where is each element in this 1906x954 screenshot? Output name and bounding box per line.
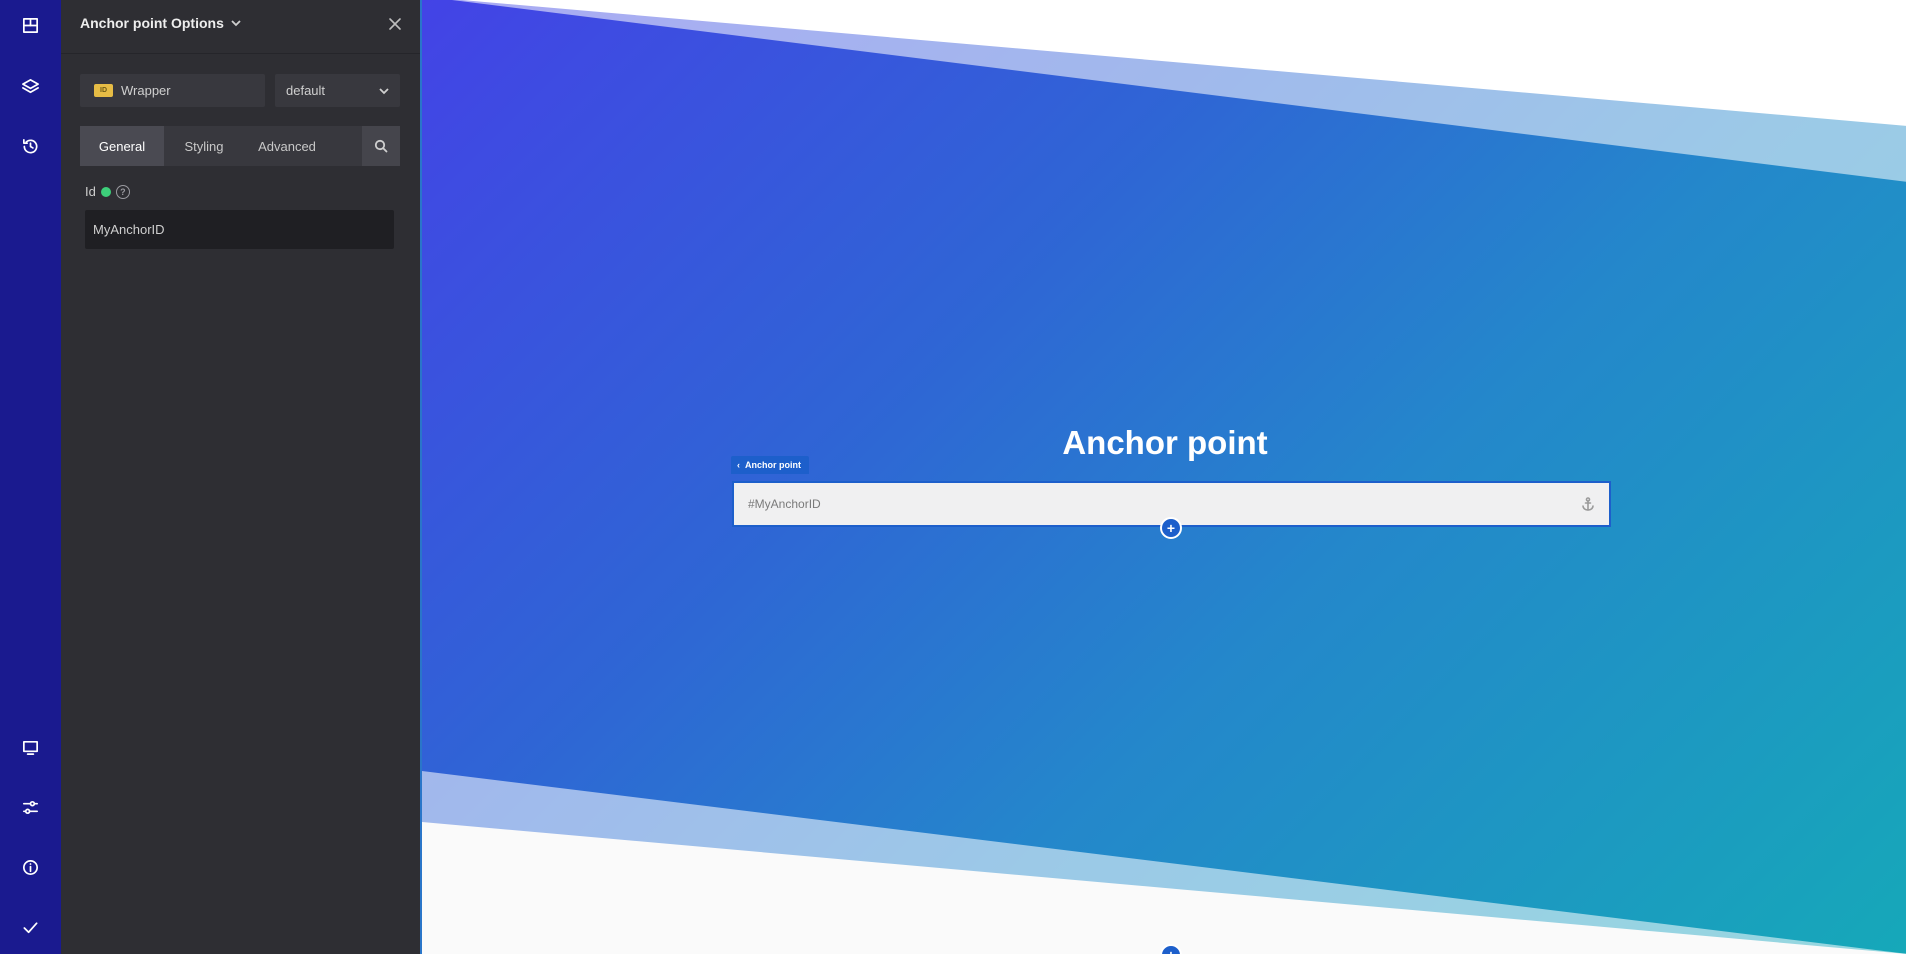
panel-header: Anchor point Options bbox=[61, 0, 420, 54]
info-icon bbox=[22, 859, 39, 875]
builder-canvas[interactable]: Anchor point ‹ Anchor point #MyAnchorID … bbox=[420, 0, 1906, 954]
save-publish-button[interactable] bbox=[0, 907, 61, 947]
page-settings-button[interactable] bbox=[0, 787, 61, 827]
add-element-button[interactable]: + bbox=[1160, 517, 1182, 539]
status-dot bbox=[100, 186, 111, 197]
settings-sliders-icon bbox=[22, 800, 39, 814]
element-selector[interactable]: ID Wrapper bbox=[80, 74, 265, 107]
info-button[interactable] bbox=[0, 847, 61, 887]
preset-dropdown[interactable]: default bbox=[275, 74, 400, 107]
chevron-left-icon: ‹ bbox=[737, 460, 740, 470]
options-panel: Anchor point Options ID Wrapper default … bbox=[61, 0, 420, 954]
elements-button[interactable] bbox=[0, 5, 61, 45]
search-icon bbox=[374, 139, 388, 153]
panel-title-dropdown[interactable]: Anchor point Options bbox=[80, 15, 242, 31]
section-heading[interactable]: Anchor point bbox=[422, 424, 1906, 462]
element-tag-label: Anchor point bbox=[745, 460, 801, 470]
anchor-icon bbox=[1582, 497, 1594, 511]
options-tabs: General Styling Advanced bbox=[80, 126, 400, 166]
layers-icon bbox=[22, 78, 39, 93]
anchor-id-text: #MyAnchorID bbox=[748, 497, 821, 511]
tab-advanced[interactable]: Advanced bbox=[244, 126, 330, 166]
tab-styling[interactable]: Styling bbox=[164, 126, 244, 166]
element-tag[interactable]: ‹ Anchor point bbox=[731, 456, 809, 474]
search-options-button[interactable] bbox=[362, 126, 400, 166]
tab-general[interactable]: General bbox=[80, 126, 164, 166]
preset-value: default bbox=[286, 83, 326, 98]
responsive-desktop-button[interactable] bbox=[0, 727, 61, 767]
history-button[interactable] bbox=[0, 126, 61, 166]
element-name: Wrapper bbox=[121, 83, 171, 98]
close-icon bbox=[389, 18, 401, 30]
id-input[interactable] bbox=[85, 210, 394, 249]
layers-button[interactable] bbox=[0, 66, 61, 106]
desktop-icon bbox=[22, 740, 39, 755]
tabs-spacer bbox=[330, 126, 362, 166]
chevron-down-icon bbox=[231, 20, 241, 27]
history-icon bbox=[22, 138, 38, 154]
section-divider-shapes bbox=[422, 0, 1906, 954]
elements-icon bbox=[22, 17, 39, 33]
id-badge: ID bbox=[94, 84, 113, 97]
id-field-label: Id bbox=[85, 184, 96, 199]
check-icon bbox=[23, 921, 38, 933]
help-icon[interactable]: ? bbox=[115, 184, 130, 199]
close-panel-button[interactable] bbox=[387, 16, 403, 32]
chevron-down-icon bbox=[379, 87, 389, 94]
id-field-label-row: Id ? bbox=[85, 184, 130, 199]
panel-title: Anchor point Options bbox=[80, 15, 224, 31]
left-icon-rail bbox=[0, 0, 61, 954]
